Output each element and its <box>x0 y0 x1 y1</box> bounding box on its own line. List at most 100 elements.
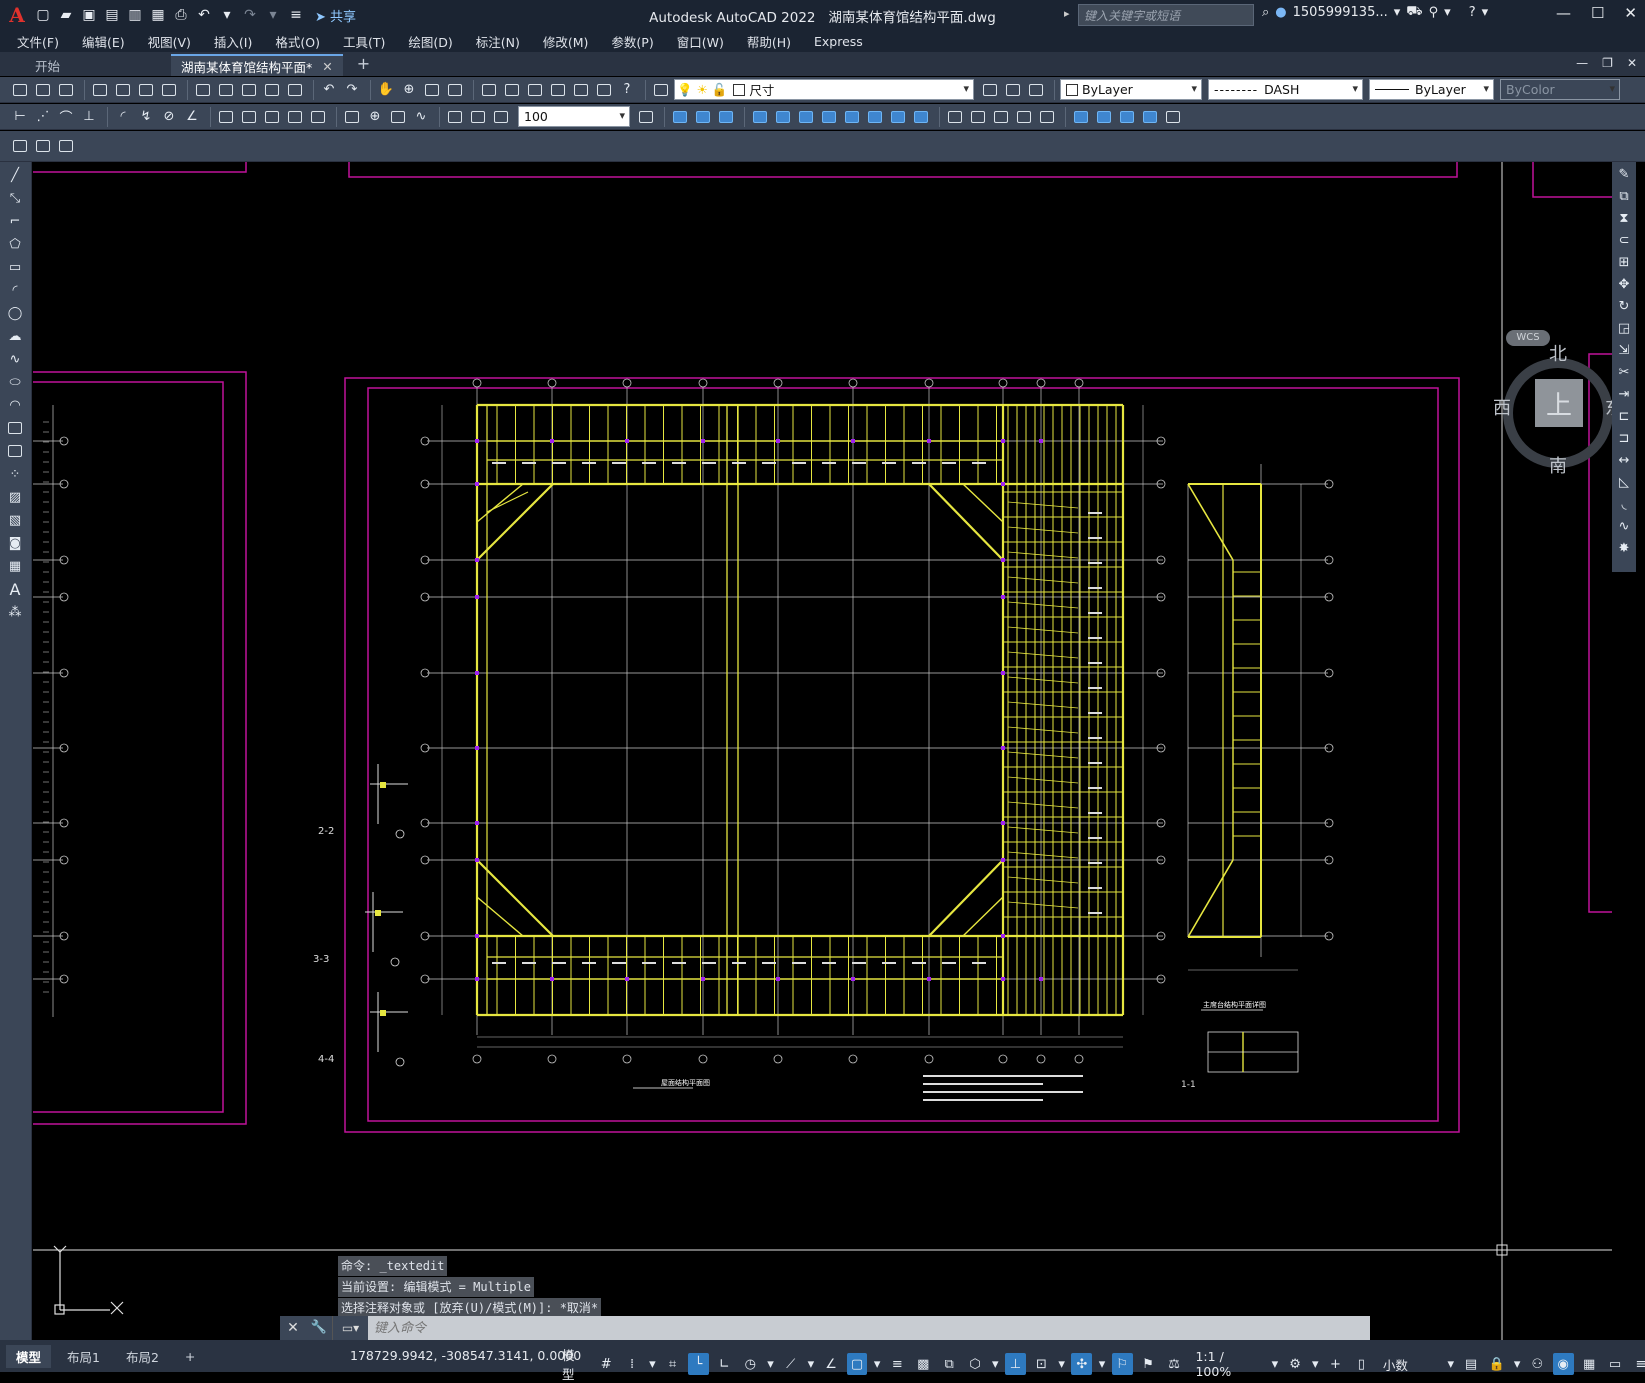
publish-icon[interactable]: ▦ <box>148 5 168 25</box>
menu-format[interactable]: 格式(O) <box>275 32 320 51</box>
slice-icon[interactable] <box>1117 107 1137 127</box>
dim-style-icon[interactable] <box>636 107 656 127</box>
arc-length-icon[interactable]: ⌒ <box>56 107 76 127</box>
break-point-icon[interactable]: ⊏ <box>1614 406 1634 426</box>
calculator-icon[interactable] <box>594 80 614 100</box>
revcloud-icon[interactable]: ☁ <box>5 326 25 346</box>
help-icon[interactable]: ? <box>1469 5 1476 20</box>
insert-block-icon[interactable] <box>5 418 25 438</box>
undo-icon[interactable]: ↶ <box>194 5 214 25</box>
menu-draw[interactable]: 绘图(D) <box>408 32 452 51</box>
qnew-icon[interactable] <box>10 80 30 100</box>
menu-parametric[interactable]: 参数(P) <box>611 32 653 51</box>
dim-space-icon[interactable] <box>285 107 305 127</box>
viewcube-north[interactable]: 北 <box>1549 340 1567 366</box>
drawing-viewport[interactable]: 屋面结构平面图 主席台结构平面详图 2-2 3-3 4-4 1-1 北 南 东 西 上 <box>33 162 1612 1340</box>
help-tb-icon[interactable]: ? <box>617 80 637 100</box>
user-dropdown-icon[interactable]: ▾ <box>1394 5 1401 20</box>
menu-file[interactable]: 文件(F) <box>17 32 59 51</box>
layer-walk-icon[interactable] <box>56 136 76 156</box>
3d-dwf-icon[interactable] <box>159 80 179 100</box>
jogged-dim-icon[interactable]: ↯ <box>136 107 156 127</box>
drawing-canvas[interactable]: 屋面结构平面图 主席台结构平面详图 2-2 3-3 4-4 1-1 <box>33 162 1612 1340</box>
clean-icon[interactable] <box>1014 107 1034 127</box>
trim-icon[interactable]: ✂ <box>1614 362 1634 382</box>
dim-edit-icon[interactable] <box>445 107 465 127</box>
union-icon[interactable] <box>670 107 690 127</box>
autocad-logo[interactable]: A <box>4 3 30 27</box>
doc-close-icon[interactable]: ✕ <box>1627 56 1637 70</box>
tab-layout2[interactable]: 布局2 <box>116 1345 169 1368</box>
chamfer-icon[interactable]: ◺ <box>1614 472 1634 492</box>
menu-tools[interactable]: 工具(T) <box>343 32 385 51</box>
viewcube[interactable]: 北 南 东 西 上 <box>1493 332 1612 477</box>
units-value[interactable]: 小数 <box>1383 1355 1436 1374</box>
color-edges-icon[interactable] <box>968 107 988 127</box>
move-faces-icon[interactable] <box>773 107 793 127</box>
gradient-icon[interactable]: ▧ <box>5 510 25 530</box>
circle-icon[interactable]: ◯ <box>5 303 25 323</box>
maximize-icon[interactable]: ☐ <box>1591 4 1604 22</box>
dim-scale-combo[interactable]: 100 <box>518 106 630 127</box>
array-icon[interactable]: ⊞ <box>1614 252 1634 272</box>
mtext-icon[interactable]: A <box>5 579 25 599</box>
minimize-icon[interactable]: — <box>1556 4 1571 22</box>
open-icon[interactable] <box>33 80 53 100</box>
properties-icon[interactable] <box>479 80 499 100</box>
menu-view[interactable]: 视图(V) <box>148 32 191 51</box>
break-icon[interactable]: ⊐ <box>1614 428 1634 448</box>
continue-dim-icon[interactable] <box>262 107 282 127</box>
search-input[interactable]: 键入关键字或短语 <box>1078 4 1254 26</box>
quick-dim-icon[interactable] <box>216 107 236 127</box>
move-icon[interactable]: ✥ <box>1614 274 1634 294</box>
viewcube-west[interactable]: 西 <box>1493 394 1511 420</box>
command-input[interactable] <box>368 1317 1370 1339</box>
search-icon[interactable]: ⌕ <box>1262 5 1269 20</box>
redo-icon[interactable]: ↷ <box>240 5 260 25</box>
shell-icon[interactable] <box>1071 107 1091 127</box>
baseline-dim-icon[interactable] <box>239 107 259 127</box>
tab-model[interactable]: 模型 <box>6 1344 52 1368</box>
zoom-realtime-icon[interactable]: ⊕ <box>399 80 419 100</box>
viewcube-east[interactable]: 东 <box>1605 394 1612 420</box>
save-icon[interactable]: ▣ <box>79 5 99 25</box>
copy-edges-icon[interactable] <box>945 107 965 127</box>
viewcube-south[interactable]: 南 <box>1549 452 1567 478</box>
hatch-icon[interactable]: ▨ <box>5 487 25 507</box>
separate-icon[interactable] <box>1037 107 1057 127</box>
linear-dim-icon[interactable]: ⊢ <box>10 107 30 127</box>
plot-icon[interactable]: ⎙ <box>171 5 191 25</box>
offset-faces-icon[interactable] <box>796 107 816 127</box>
arc-icon[interactable]: ◜ <box>5 280 25 300</box>
layer-freeze-icon[interactable]: ☀ <box>697 82 708 97</box>
tab-start[interactable]: 开始 <box>25 54 165 76</box>
layer-state-icon[interactable] <box>1026 80 1046 100</box>
point-icon[interactable]: ⁘ <box>5 464 25 484</box>
lineweight-combo[interactable]: ByLayer <box>1369 79 1494 100</box>
tab-close-icon[interactable]: ✕ <box>322 59 332 74</box>
paste-icon[interactable] <box>239 80 259 100</box>
diameter-dim-icon[interactable]: ⊘ <box>159 107 179 127</box>
subtract-icon[interactable] <box>693 107 713 127</box>
save-tb-icon[interactable] <box>56 80 76 100</box>
save-as-icon[interactable]: ▤ <box>102 5 122 25</box>
add-selected-icon[interactable]: ⁂ <box>5 602 25 622</box>
imprint-icon[interactable] <box>991 107 1011 127</box>
scale-icon[interactable]: ◲ <box>1614 318 1634 338</box>
layer-combo[interactable]: 💡 ☀ 🔓 尺寸 <box>674 79 974 100</box>
intersect-icon[interactable] <box>716 107 736 127</box>
layer-isolate-icon[interactable] <box>33 136 53 156</box>
web-save-icon[interactable]: ▥ <box>125 5 145 25</box>
join-icon[interactable]: ↔ <box>1614 450 1634 470</box>
extrude-faces-icon[interactable] <box>750 107 770 127</box>
make-current-icon[interactable] <box>980 80 1000 100</box>
zoom-window-icon[interactable] <box>422 80 442 100</box>
rotate-icon[interactable]: ↻ <box>1614 296 1634 316</box>
menu-edit[interactable]: 编辑(E) <box>82 32 125 51</box>
aligned-dim-icon[interactable]: ⋰ <box>33 107 53 127</box>
match-props-icon[interactable] <box>262 80 282 100</box>
stretch-icon[interactable]: ⇲ <box>1614 340 1634 360</box>
table-icon[interactable]: ▦ <box>5 556 25 576</box>
delete-faces-icon[interactable] <box>819 107 839 127</box>
viewcube-top-face[interactable]: 上 <box>1535 379 1583 427</box>
